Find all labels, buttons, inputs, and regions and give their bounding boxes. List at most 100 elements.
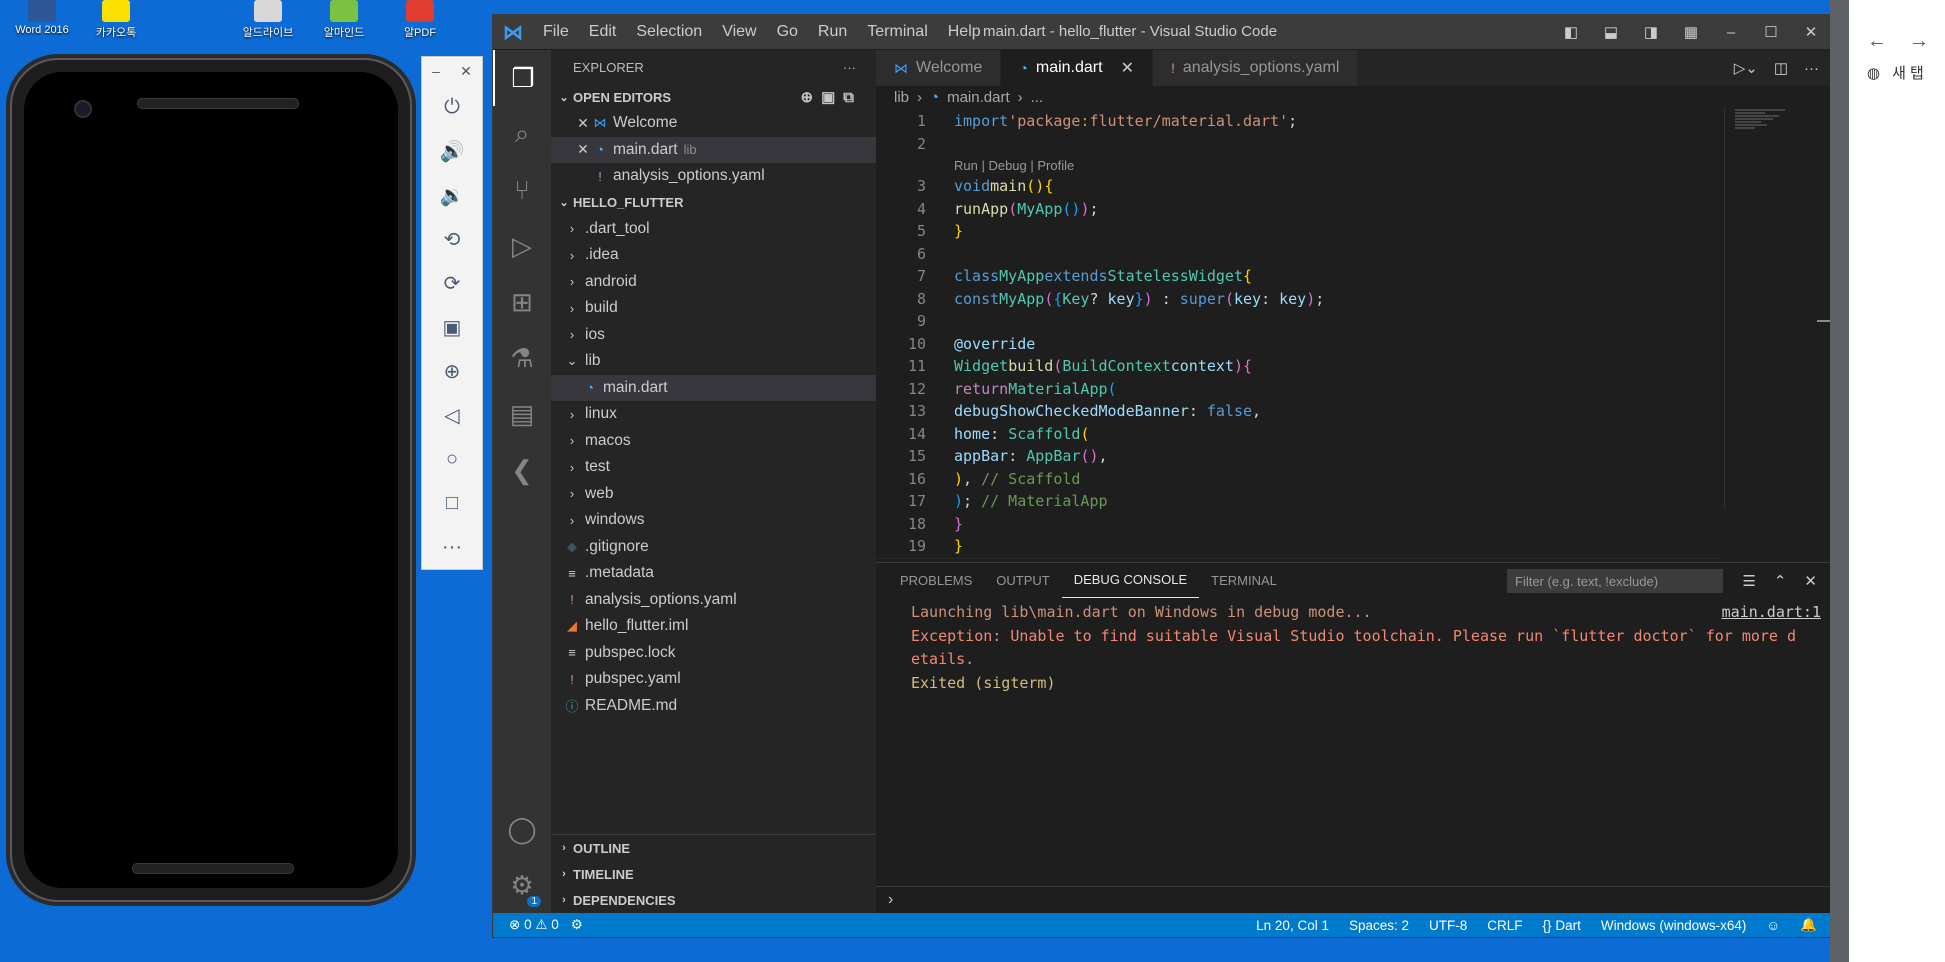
open-editor-main-dart[interactable]: ✕ ◔ main.dart lib: [551, 136, 876, 163]
emulator-screen[interactable]: [24, 72, 398, 888]
minimize-window-icon[interactable]: –: [1711, 24, 1751, 41]
outline-header[interactable]: › OUTLINE: [551, 835, 876, 861]
run-icon[interactable]: ▷⌄: [1734, 59, 1758, 77]
more-actions-icon[interactable]: ···: [1804, 60, 1819, 77]
volume-up-icon[interactable]: 🔊: [422, 129, 482, 173]
close-window-icon[interactable]: ✕: [1791, 23, 1831, 41]
tree-folder-test[interactable]: › test: [551, 454, 876, 481]
open-editors-header[interactable]: ⌄ OPEN EDITORS ⊕▣⧉: [551, 84, 876, 110]
tree-folder-build[interactable]: › build: [551, 295, 876, 322]
code-editor[interactable]: 1 import 'package:flutter/material.dart';…: [876, 110, 1721, 582]
tree-folder-lib[interactable]: ⌄ lib: [551, 348, 876, 375]
desktop-icon-aldrive[interactable]: 알드라이브: [228, 0, 308, 40]
menu-view[interactable]: View: [712, 23, 766, 41]
accounts-icon[interactable]: ◯: [493, 801, 551, 857]
tab-main-dart[interactable]: ◔ main.dart ✕: [1001, 50, 1153, 86]
tab-welcome[interactable]: ⋈ Welcome: [876, 50, 1002, 86]
language-mode[interactable]: {} Dart: [1543, 918, 1581, 933]
menu-terminal[interactable]: Terminal: [857, 23, 937, 41]
desktop-icon-alpdf[interactable]: 알PDF: [380, 0, 460, 40]
notifications-bell-icon[interactable]: 🔔: [1800, 917, 1817, 933]
feedback-icon[interactable]: ☺: [1766, 918, 1780, 933]
tab-terminal[interactable]: TERMINAL: [1199, 563, 1289, 597]
home-icon[interactable]: ○: [422, 437, 482, 481]
tree-folder-macos[interactable]: › macos: [551, 428, 876, 455]
tab-analysis-options[interactable]: ! analysis_options.yaml: [1152, 50, 1359, 86]
back-icon[interactable]: ◁: [422, 393, 482, 437]
notebook-icon[interactable]: ▤: [493, 386, 551, 442]
desktop-icon-almind[interactable]: 알마인드: [304, 0, 384, 40]
console-source-link[interactable]: main.dart:1: [1722, 603, 1821, 621]
volume-down-icon[interactable]: 🔉: [422, 173, 482, 217]
dependencies-header[interactable]: › DEPENDENCIES: [551, 887, 876, 913]
clear-console-icon[interactable]: ☰: [1742, 572, 1755, 590]
open-editors-toolbar[interactable]: ⊕▣⧉: [801, 88, 876, 106]
close-icon[interactable]: ✕: [1121, 58, 1134, 78]
encoding[interactable]: UTF-8: [1429, 918, 1467, 933]
rotate-right-icon[interactable]: ⟳: [422, 261, 482, 305]
maximize-panel-icon[interactable]: ⌃: [1774, 572, 1787, 590]
tree-file-pubspec-yaml[interactable]: ! pubspec.yaml: [551, 666, 876, 693]
tab-problems[interactable]: PROBLEMS: [888, 563, 984, 597]
line-ending[interactable]: CRLF: [1487, 918, 1522, 933]
menu-file[interactable]: File: [533, 23, 579, 41]
close-panel-icon[interactable]: ✕: [1804, 572, 1817, 590]
open-editor-analysis-options[interactable]: ! analysis_options.yaml: [551, 163, 876, 190]
customize-layout-icon[interactable]: ▦: [1671, 23, 1711, 41]
tree-file-gitignore[interactable]: ◆ .gitignore: [551, 534, 876, 561]
tree-folder-android[interactable]: › android: [551, 269, 876, 296]
toggle-sidebar-icon[interactable]: ◧: [1551, 23, 1591, 41]
tree-folder-dart-tool[interactable]: › .dart_tool: [551, 216, 876, 243]
forward-arrow-icon[interactable]: →: [1909, 30, 1929, 53]
breadcrumb-file[interactable]: main.dart: [947, 89, 1010, 106]
tab-debug-console[interactable]: DEBUG CONSOLE: [1061, 563, 1200, 598]
minimap[interactable]: [1724, 108, 1817, 508]
menu-run[interactable]: Run: [808, 23, 857, 41]
source-control-icon[interactable]: ⑂: [493, 162, 551, 218]
search-icon[interactable]: ⌕: [493, 106, 551, 162]
new-tab-item[interactable]: ◍ 새 탭: [1849, 62, 1945, 83]
console-filter-input[interactable]: Filter (e.g. text, !exclude): [1507, 569, 1723, 593]
split-editor-icon[interactable]: ◫: [1774, 59, 1788, 77]
device-selector[interactable]: Windows (windows-x64): [1601, 918, 1747, 933]
tree-file-analysis-options[interactable]: ! analysis_options.yaml: [551, 587, 876, 614]
tree-file-pubspec-lock[interactable]: ≡ pubspec.lock: [551, 640, 876, 667]
project-header[interactable]: ⌄ HELLO_FLUTTER: [551, 190, 876, 216]
breadcrumb-symbol[interactable]: ...: [1031, 89, 1044, 106]
tree-folder-idea[interactable]: › .idea: [551, 242, 876, 269]
run-debug-icon[interactable]: ▷: [493, 218, 551, 274]
tree-file-main-dart[interactable]: ◔ main.dart: [551, 374, 876, 401]
tree-folder-windows[interactable]: › windows: [551, 507, 876, 534]
codelens[interactable]: Run | Debug | Profile: [876, 155, 1721, 175]
back-arrow-icon[interactable]: ←: [1867, 30, 1887, 53]
close-icon[interactable]: ✕: [460, 63, 472, 80]
flutter-icon[interactable]: ❮: [493, 442, 551, 498]
rotate-left-icon[interactable]: ⟲: [422, 217, 482, 261]
tab-output[interactable]: OUTPUT: [984, 563, 1061, 597]
desktop-icon-word[interactable]: Word 2016: [2, 0, 82, 36]
tree-folder-ios[interactable]: › ios: [551, 322, 876, 349]
explorer-more-icon[interactable]: ···: [843, 60, 856, 75]
timeline-header[interactable]: › TIMELINE: [551, 861, 876, 887]
menu-selection[interactable]: Selection: [626, 23, 712, 41]
scrollbar-marker[interactable]: [1817, 320, 1831, 322]
breadcrumb-lib[interactable]: lib: [894, 89, 909, 106]
debug-status-icon[interactable]: ⚙: [571, 917, 583, 933]
console-input[interactable]: ›: [876, 886, 1831, 913]
overview-icon[interactable]: □: [422, 481, 482, 525]
camera-icon[interactable]: ▣: [422, 305, 482, 349]
zoom-icon[interactable]: ⊕: [422, 349, 482, 393]
manage-gear-icon[interactable]: ⚙ 1: [493, 857, 551, 913]
menu-edit[interactable]: Edit: [579, 23, 627, 41]
tree-file-readme[interactable]: ⓘ README.md: [551, 693, 876, 720]
tree-file-metadata[interactable]: ≡ .metadata: [551, 560, 876, 587]
testing-icon[interactable]: ⚗: [493, 330, 551, 386]
menu-go[interactable]: Go: [767, 23, 808, 41]
minimize-icon[interactable]: –: [432, 63, 440, 79]
close-icon[interactable]: ✕: [575, 141, 591, 158]
toggle-secondary-sidebar-icon[interactable]: ◨: [1631, 23, 1671, 41]
extensions-icon[interactable]: ⊞: [493, 274, 551, 330]
tree-file-iml[interactable]: ◢ hello_flutter.iml: [551, 613, 876, 640]
maximize-window-icon[interactable]: ☐: [1751, 23, 1791, 41]
tree-folder-linux[interactable]: › linux: [551, 401, 876, 428]
